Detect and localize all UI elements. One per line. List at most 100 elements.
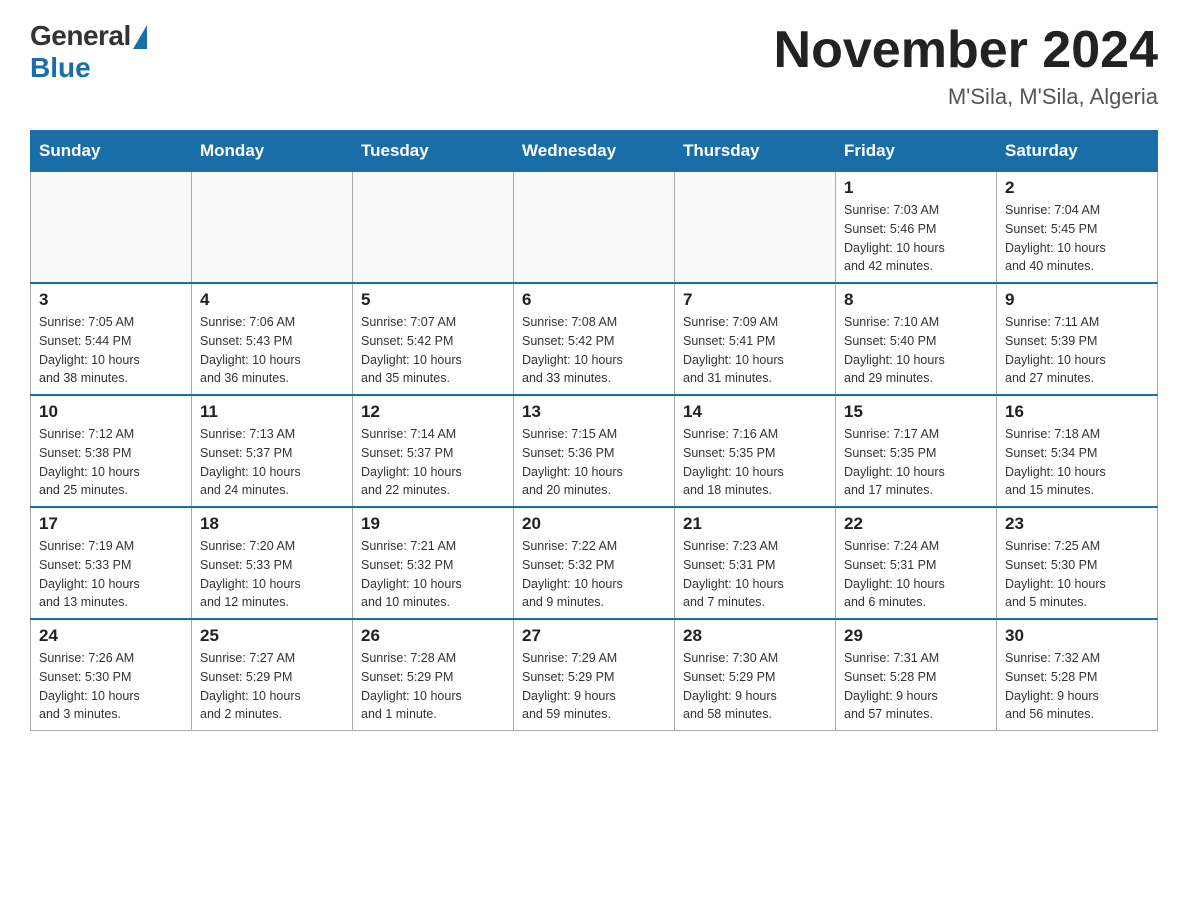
day-number: 25 <box>200 626 344 646</box>
day-number: 2 <box>1005 178 1149 198</box>
day-number: 14 <box>683 402 827 422</box>
day-info: Sunrise: 7:05 AMSunset: 5:44 PMDaylight:… <box>39 313 183 388</box>
calendar-cell: 26 Sunrise: 7:28 AMSunset: 5:29 PMDayligh… <box>353 619 514 731</box>
calendar-cell: 10 Sunrise: 7:12 AMSunset: 5:38 PMDayligh… <box>31 395 192 507</box>
day-info: Sunrise: 7:22 AMSunset: 5:32 PMDaylight:… <box>522 537 666 612</box>
day-number: 27 <box>522 626 666 646</box>
day-info: Sunrise: 7:10 AMSunset: 5:40 PMDaylight:… <box>844 313 988 388</box>
calendar-cell: 23Sunrise: 7:25 AMSunset: 5:30 PMDayligh… <box>997 507 1158 619</box>
day-number: 6 <box>522 290 666 310</box>
calendar-cell: 20 Sunrise: 7:22 AMSunset: 5:32 PMDayligh… <box>514 507 675 619</box>
calendar-cell: 1 Sunrise: 7:03 AMSunset: 5:46 PMDaylight… <box>836 172 997 284</box>
day-number: 28 <box>683 626 827 646</box>
day-info: Sunrise: 7:16 AMSunset: 5:35 PMDaylight:… <box>683 425 827 500</box>
day-info: Sunrise: 7:11 AMSunset: 5:39 PMDaylight:… <box>1005 313 1149 388</box>
weekday-header-thursday: Thursday <box>675 131 836 172</box>
logo-general-text: General <box>30 20 131 52</box>
calendar-cell: 16 Sunrise: 7:18 AMSunset: 5:34 PMDayligh… <box>997 395 1158 507</box>
calendar-cell: 3 Sunrise: 7:05 AMSunset: 5:44 PMDaylight… <box>31 283 192 395</box>
location-text: M'Sila, M'Sila, Algeria <box>774 84 1158 110</box>
calendar-cell <box>192 172 353 284</box>
day-number: 15 <box>844 402 988 422</box>
day-number: 24 <box>39 626 183 646</box>
calendar-cell: 12 Sunrise: 7:14 AMSunset: 5:37 PMDayligh… <box>353 395 514 507</box>
calendar-table: SundayMondayTuesdayWednesdayThursdayFrid… <box>30 130 1158 731</box>
day-number: 26 <box>361 626 505 646</box>
day-info: Sunrise: 7:15 AMSunset: 5:36 PMDaylight:… <box>522 425 666 500</box>
day-number: 17 <box>39 514 183 534</box>
logo: General Blue <box>30 20 147 84</box>
day-number: 8 <box>844 290 988 310</box>
calendar-cell: 27Sunrise: 7:29 AMSunset: 5:29 PMDayligh… <box>514 619 675 731</box>
weekday-header-saturday: Saturday <box>997 131 1158 172</box>
calendar-cell: 6 Sunrise: 7:08 AMSunset: 5:42 PMDaylight… <box>514 283 675 395</box>
day-info: Sunrise: 7:18 AMSunset: 5:34 PMDaylight:… <box>1005 425 1149 500</box>
calendar-cell: 25 Sunrise: 7:27 AMSunset: 5:29 PMDayligh… <box>192 619 353 731</box>
calendar-cell <box>514 172 675 284</box>
day-info: Sunrise: 7:30 AMSunset: 5:29 PMDaylight:… <box>683 649 827 724</box>
logo-triangle-icon <box>133 25 147 49</box>
calendar-cell: 24 Sunrise: 7:26 AMSunset: 5:30 PMDayligh… <box>31 619 192 731</box>
logo-blue-text: Blue <box>30 52 91 84</box>
day-number: 7 <box>683 290 827 310</box>
day-info: Sunrise: 7:03 AMSunset: 5:46 PMDaylight:… <box>844 201 988 276</box>
calendar-cell: 8 Sunrise: 7:10 AMSunset: 5:40 PMDaylight… <box>836 283 997 395</box>
calendar-cell: 22 Sunrise: 7:24 AMSunset: 5:31 PMDayligh… <box>836 507 997 619</box>
title-area: November 2024 M'Sila, M'Sila, Algeria <box>774 20 1158 110</box>
calendar-cell: 19 Sunrise: 7:21 AMSunset: 5:32 PMDayligh… <box>353 507 514 619</box>
day-number: 9 <box>1005 290 1149 310</box>
month-title: November 2024 <box>774 20 1158 80</box>
weekday-header-wednesday: Wednesday <box>514 131 675 172</box>
day-number: 10 <box>39 402 183 422</box>
day-info: Sunrise: 7:14 AMSunset: 5:37 PMDaylight:… <box>361 425 505 500</box>
day-info: Sunrise: 7:20 AMSunset: 5:33 PMDaylight:… <box>200 537 344 612</box>
day-info: Sunrise: 7:23 AMSunset: 5:31 PMDaylight:… <box>683 537 827 612</box>
calendar-cell <box>353 172 514 284</box>
day-number: 13 <box>522 402 666 422</box>
calendar-cell: 18 Sunrise: 7:20 AMSunset: 5:33 PMDayligh… <box>192 507 353 619</box>
day-info: Sunrise: 7:12 AMSunset: 5:38 PMDaylight:… <box>39 425 183 500</box>
day-number: 11 <box>200 402 344 422</box>
day-number: 19 <box>361 514 505 534</box>
calendar-cell: 30Sunrise: 7:32 AMSunset: 5:28 PMDayligh… <box>997 619 1158 731</box>
day-number: 5 <box>361 290 505 310</box>
weekday-header-tuesday: Tuesday <box>353 131 514 172</box>
calendar-cell <box>675 172 836 284</box>
day-number: 4 <box>200 290 344 310</box>
day-info: Sunrise: 7:06 AMSunset: 5:43 PMDaylight:… <box>200 313 344 388</box>
calendar-cell <box>31 172 192 284</box>
day-info: Sunrise: 7:32 AMSunset: 5:28 PMDaylight:… <box>1005 649 1149 724</box>
day-info: Sunrise: 7:24 AMSunset: 5:31 PMDaylight:… <box>844 537 988 612</box>
day-info: Sunrise: 7:04 AMSunset: 5:45 PMDaylight:… <box>1005 201 1149 276</box>
calendar-cell: 21 Sunrise: 7:23 AMSunset: 5:31 PMDayligh… <box>675 507 836 619</box>
day-number: 18 <box>200 514 344 534</box>
page-header: General Blue November 2024 M'Sila, M'Sil… <box>30 20 1158 110</box>
calendar-cell: 2 Sunrise: 7:04 AMSunset: 5:45 PMDaylight… <box>997 172 1158 284</box>
calendar-cell: 11 Sunrise: 7:13 AMSunset: 5:37 PMDayligh… <box>192 395 353 507</box>
weekday-header-sunday: Sunday <box>31 131 192 172</box>
day-info: Sunrise: 7:09 AMSunset: 5:41 PMDaylight:… <box>683 313 827 388</box>
day-info: Sunrise: 7:26 AMSunset: 5:30 PMDaylight:… <box>39 649 183 724</box>
day-number: 22 <box>844 514 988 534</box>
day-info: Sunrise: 7:21 AMSunset: 5:32 PMDaylight:… <box>361 537 505 612</box>
day-info: Sunrise: 7:25 AMSunset: 5:30 PMDaylight:… <box>1005 537 1149 612</box>
day-number: 3 <box>39 290 183 310</box>
calendar-cell: 29Sunrise: 7:31 AMSunset: 5:28 PMDayligh… <box>836 619 997 731</box>
day-number: 1 <box>844 178 988 198</box>
day-number: 12 <box>361 402 505 422</box>
day-info: Sunrise: 7:27 AMSunset: 5:29 PMDaylight:… <box>200 649 344 724</box>
day-info: Sunrise: 7:17 AMSunset: 5:35 PMDaylight:… <box>844 425 988 500</box>
weekday-header-monday: Monday <box>192 131 353 172</box>
day-info: Sunrise: 7:19 AMSunset: 5:33 PMDaylight:… <box>39 537 183 612</box>
day-number: 21 <box>683 514 827 534</box>
day-number: 16 <box>1005 402 1149 422</box>
calendar-cell: 15 Sunrise: 7:17 AMSunset: 5:35 PMDayligh… <box>836 395 997 507</box>
day-info: Sunrise: 7:13 AMSunset: 5:37 PMDaylight:… <box>200 425 344 500</box>
calendar-cell: 13 Sunrise: 7:15 AMSunset: 5:36 PMDayligh… <box>514 395 675 507</box>
day-info: Sunrise: 7:07 AMSunset: 5:42 PMDaylight:… <box>361 313 505 388</box>
day-number: 29 <box>844 626 988 646</box>
day-info: Sunrise: 7:28 AMSunset: 5:29 PMDaylight:… <box>361 649 505 724</box>
day-number: 20 <box>522 514 666 534</box>
day-info: Sunrise: 7:08 AMSunset: 5:42 PMDaylight:… <box>522 313 666 388</box>
calendar-cell: 14 Sunrise: 7:16 AMSunset: 5:35 PMDayligh… <box>675 395 836 507</box>
